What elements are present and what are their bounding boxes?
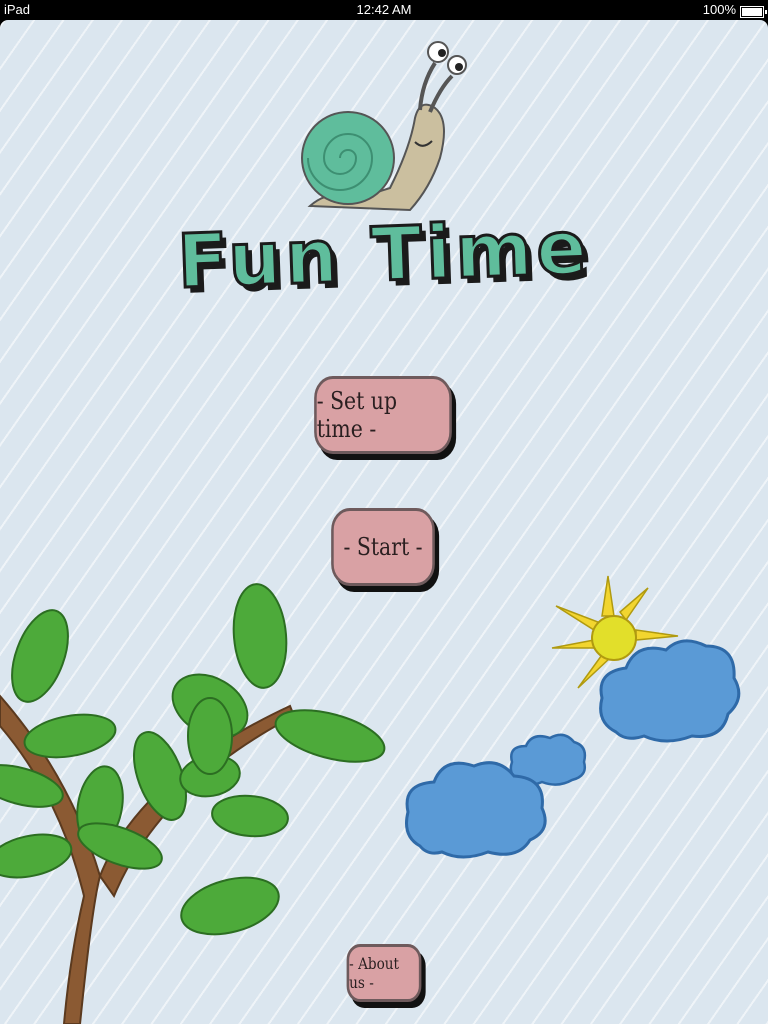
clock: 12:42 AM [356,2,412,17]
snail-icon [301,41,467,212]
status-bar: iPad 12:42 AM 100% [0,0,768,20]
setup-time-button[interactable]: - Set up time - [314,376,452,454]
app-title: Fun Time [175,203,594,306]
app-screen: Fun Time - Set up time - - Start - - Abo… [0,20,768,1024]
battery-icon [740,5,767,18]
battery-percent: 100% [702,2,736,17]
tree-icon [0,583,386,1024]
battery-status: 100% [702,2,767,18]
start-button[interactable]: - Start - [331,508,435,586]
cloud-icon [599,639,741,743]
cloud-icon [405,761,547,859]
